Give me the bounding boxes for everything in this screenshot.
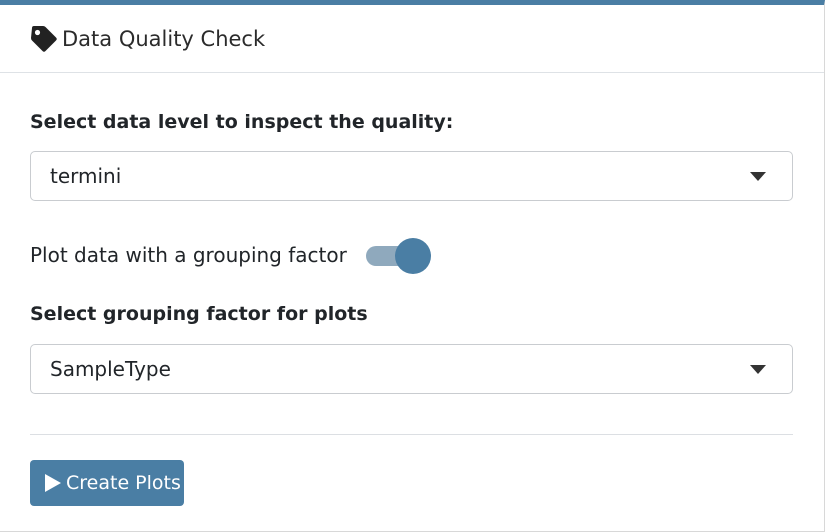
grouping-factor-select[interactable]: SampleType — [30, 344, 793, 394]
card-title: Data Quality Check — [62, 27, 266, 51]
card-header: Data Quality Check — [0, 5, 824, 73]
toggle-knob[interactable] — [395, 238, 431, 274]
chevron-down-icon — [750, 172, 766, 181]
grouping-factor-selected-value: SampleType — [50, 357, 171, 381]
data-level-label: Select data level to inspect the quality… — [30, 111, 454, 133]
grouping-toggle-label: Plot data with a grouping factor — [30, 243, 347, 267]
data-level-select[interactable]: termini — [30, 151, 793, 201]
tag-icon — [31, 26, 57, 52]
data-quality-card: Data Quality Check Select data level to … — [0, 0, 825, 532]
chevron-down-icon — [750, 365, 766, 374]
data-level-selected-value: termini — [50, 164, 122, 188]
grouping-factor-label: Select grouping factor for plots — [30, 303, 368, 325]
divider — [30, 434, 793, 435]
create-plots-label: Create Plots — [66, 472, 181, 494]
grouping-toggle-switch[interactable] — [364, 238, 432, 274]
play-icon — [45, 474, 61, 492]
create-plots-button[interactable]: Create Plots — [30, 460, 184, 506]
